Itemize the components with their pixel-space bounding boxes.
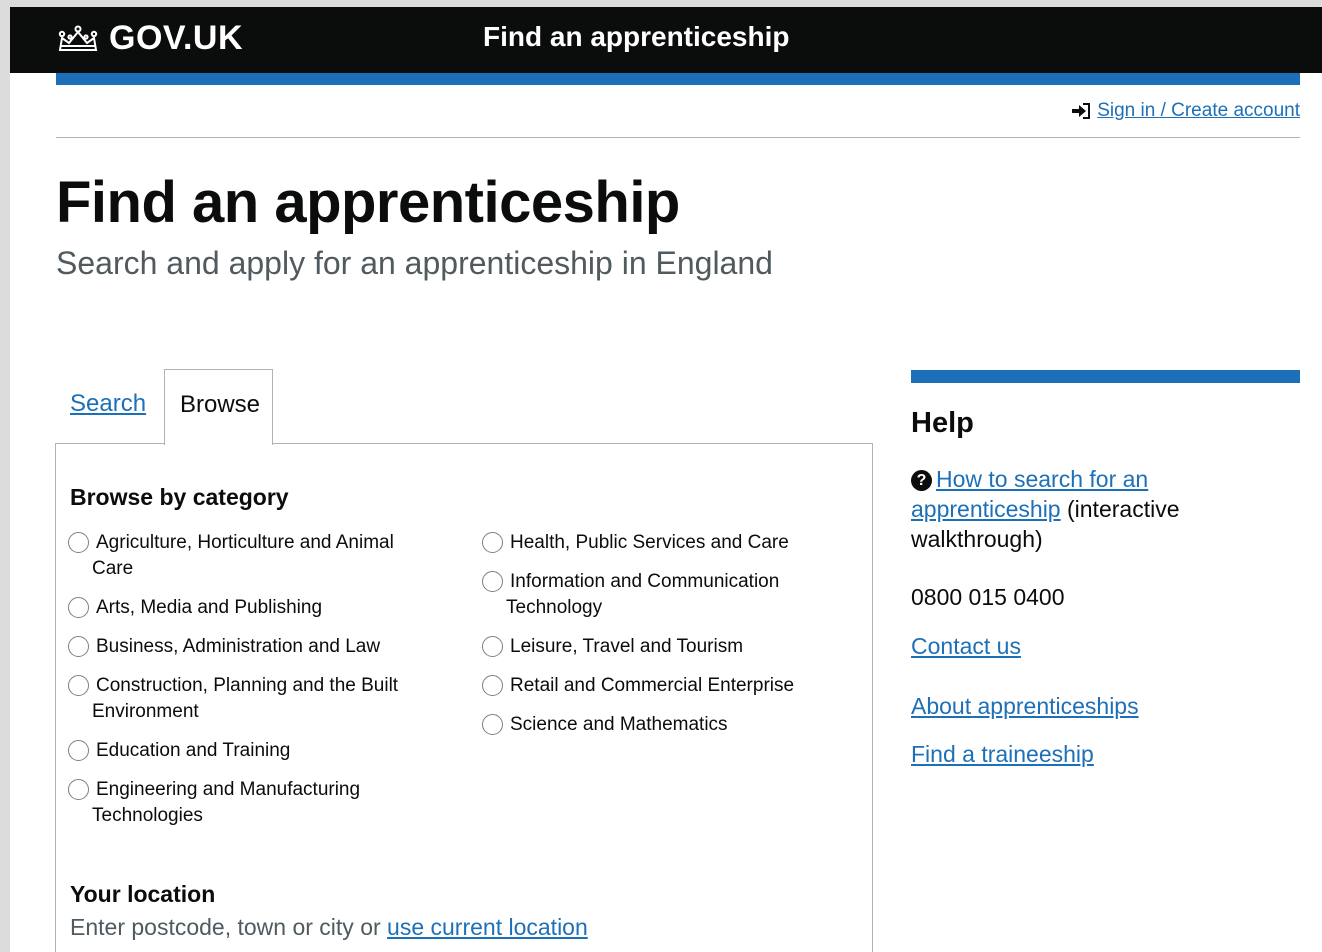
page-title: Find an apprenticeship [56, 170, 680, 235]
radio-button[interactable] [68, 675, 89, 696]
category-label: Science and Mathematics [510, 714, 728, 735]
category-label: Information and Communication Technology [506, 571, 780, 618]
category-label: Engineering and Manufacturing Technologie… [92, 779, 361, 826]
radio-button[interactable] [68, 779, 89, 800]
location-hint: Enter postcode, town or city or use curr… [70, 914, 588, 940]
help-accent-bar [911, 370, 1300, 383]
radio-button[interactable] [482, 636, 503, 657]
radio-button[interactable] [482, 571, 503, 592]
question-icon: ? [911, 470, 932, 491]
help-phone: 0800 015 0400 [911, 584, 1065, 610]
category-label: Arts, Media and Publishing [96, 597, 323, 618]
category-radio[interactable]: Construction, Planning and the Built Envi… [68, 673, 448, 725]
category-radio[interactable]: Science and Mathematics [482, 712, 862, 738]
radio-button[interactable] [68, 597, 89, 618]
crown-icon [58, 25, 98, 51]
category-radio[interactable]: Retail and Commercial Enterprise [482, 673, 862, 699]
sign-in-icon [1072, 103, 1091, 119]
header-divider [56, 137, 1300, 138]
browse-heading: Browse by category [70, 484, 289, 510]
sign-in-link[interactable]: Sign in / Create account [1097, 100, 1300, 122]
radio-button[interactable] [482, 532, 503, 553]
use-current-location-link[interactable]: use current location [387, 914, 588, 940]
category-radio[interactable]: Arts, Media and Publishing [68, 595, 448, 621]
category-radio[interactable]: Information and Communication Technology [482, 569, 862, 621]
category-list-right: Health, Public Services and Care Informa… [482, 530, 862, 751]
category-label: Education and Training [96, 740, 291, 761]
category-radio[interactable]: Agriculture, Horticulture and Animal Care [68, 530, 448, 582]
radio-button[interactable] [68, 636, 89, 657]
category-label: Agriculture, Horticulture and Animal Care [92, 532, 394, 579]
about-apprenticeships-link[interactable]: About apprenticeships [911, 693, 1139, 720]
browse-panel: Browse by category Agriculture, Horticul… [55, 443, 873, 952]
category-label: Business, Administration and Law [96, 636, 381, 657]
category-radio[interactable]: Business, Administration and Law [68, 634, 448, 660]
sign-in-row: Sign in / Create account [1071, 100, 1300, 122]
tab-search[interactable]: Search [70, 390, 146, 418]
page-subtitle: Search and apply for an apprenticeship i… [56, 245, 773, 281]
service-name[interactable]: Find an apprenticeship [483, 21, 789, 53]
contact-us-link[interactable]: Contact us [911, 633, 1021, 660]
radio-button[interactable] [68, 740, 89, 761]
radio-button[interactable] [482, 714, 503, 735]
govuk-logo-link[interactable]: GOV.UK [56, 19, 243, 58]
category-label: Leisure, Travel and Tourism [510, 636, 744, 657]
category-list-left: Agriculture, Horticulture and Animal Care… [68, 530, 448, 842]
category-radio[interactable]: Leisure, Travel and Tourism [482, 634, 862, 660]
radio-button[interactable] [482, 675, 503, 696]
category-label: Retail and Commercial Enterprise [510, 675, 795, 696]
govuk-header: GOV.UK Find an apprenticeship [10, 7, 1322, 73]
header-blue-bar [56, 73, 1300, 85]
category-radio[interactable]: Health, Public Services and Care [482, 530, 862, 556]
browser-viewport: GOV.UK Find an apprenticeship Sign in / … [10, 7, 1322, 952]
category-label: Construction, Planning and the Built Envi… [92, 675, 399, 722]
logo-text: GOV.UK [109, 19, 244, 57]
category-radio[interactable]: Engineering and Manufacturing Technologie… [68, 777, 448, 829]
location-heading: Your location [70, 881, 216, 907]
radio-button[interactable] [68, 532, 89, 553]
help-title: Help [911, 407, 974, 439]
help-walkthrough: ? How to search for an apprenticeship (in… [911, 464, 1241, 554]
category-radio[interactable]: Education and Training [68, 738, 448, 764]
tab-browse[interactable]: Browse [164, 369, 273, 445]
find-traineeship-link[interactable]: Find a traineeship [911, 741, 1094, 768]
category-label: Health, Public Services and Care [510, 532, 789, 553]
